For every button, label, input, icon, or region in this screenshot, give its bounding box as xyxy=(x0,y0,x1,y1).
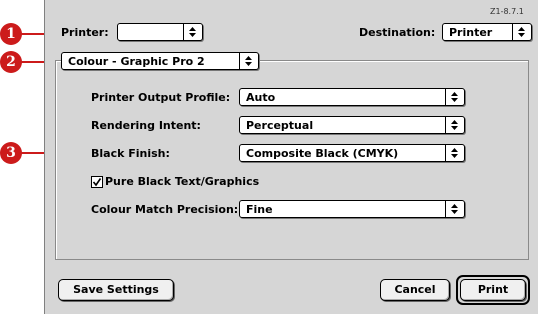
version-label: Z1-8.7.1 xyxy=(490,7,524,16)
updown-arrows-icon xyxy=(183,24,202,40)
pure-black-checkbox[interactable] xyxy=(91,176,103,188)
pure-black-label: Pure Black Text/Graphics xyxy=(105,175,260,188)
output-profile-popup[interactable]: Auto xyxy=(239,88,465,106)
save-settings-button[interactable]: Save Settings xyxy=(58,279,174,301)
updown-arrows-icon xyxy=(239,53,258,69)
callout-marker-2: 2 xyxy=(0,51,22,73)
callout-marker-1: 1 xyxy=(0,23,22,45)
updown-arrows-icon xyxy=(445,145,464,161)
updown-arrows-icon xyxy=(445,201,464,217)
cancel-button[interactable]: Cancel xyxy=(380,279,450,301)
printer-label: Printer: xyxy=(61,26,109,39)
callout-marker-3: 3 xyxy=(0,142,22,164)
destination-popup[interactable]: Printer xyxy=(442,23,532,41)
rendering-intent-label: Rendering Intent: xyxy=(91,119,201,132)
rendering-intent-value: Perceptual xyxy=(246,119,314,132)
updown-arrows-icon xyxy=(512,24,531,40)
output-profile-label: Printer Output Profile: xyxy=(91,91,231,104)
updown-arrows-icon xyxy=(445,89,464,105)
panel-popup[interactable]: Colour - Graphic Pro 2 xyxy=(61,52,259,70)
black-finish-popup[interactable]: Composite Black (CMYK) xyxy=(239,144,465,162)
print-default-ring: Print xyxy=(456,275,530,305)
checkmark-icon xyxy=(92,178,102,187)
panel-value: Colour - Graphic Pro 2 xyxy=(68,55,205,68)
match-precision-popup[interactable]: Fine xyxy=(239,200,465,218)
destination-label: Destination: xyxy=(359,26,436,39)
black-finish-label: Black Finish: xyxy=(91,147,170,160)
print-dialog: Z1-8.7.1 Printer: Destination: Printer C… xyxy=(44,0,538,314)
rendering-intent-popup[interactable]: Perceptual xyxy=(239,116,465,134)
output-profile-value: Auto xyxy=(246,91,276,104)
match-precision-value: Fine xyxy=(246,203,273,216)
black-finish-value: Composite Black (CMYK) xyxy=(246,147,399,160)
updown-arrows-icon xyxy=(445,117,464,133)
destination-value: Printer xyxy=(449,26,493,39)
match-precision-label: Colour Match Precision: xyxy=(91,203,239,216)
printer-popup[interactable] xyxy=(117,23,203,41)
print-button[interactable]: Print xyxy=(460,279,526,301)
